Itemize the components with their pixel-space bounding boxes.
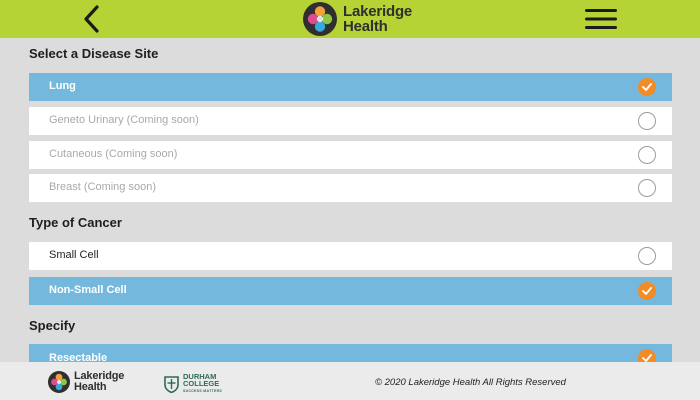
checkmark-icon — [642, 354, 652, 362]
cancer-type-section-title: Type of Cancer — [29, 215, 122, 230]
option-non-small-cell[interactable]: Non-Small Cell — [29, 277, 672, 305]
option-label: Small Cell — [49, 249, 99, 261]
brand-name: Lakeridge Health — [343, 4, 412, 34]
radio-icon[interactable] — [638, 112, 656, 130]
radio-icon[interactable] — [638, 179, 656, 197]
radio-icon[interactable] — [638, 146, 656, 164]
college-name: DURHAM COLLEGE SUCCESS MATTERS — [183, 373, 222, 395]
app-header: Lakeridge Health — [0, 0, 700, 38]
option-label: Geneto Urinary (Coming soon) — [49, 114, 199, 126]
disease-section-title: Select a Disease Site — [29, 46, 159, 61]
college-tagline: SUCCESS MATTERS — [183, 389, 223, 393]
footer-brand-line2: Health — [74, 381, 107, 393]
footer-brand-name: Lakeridge Health — [74, 371, 124, 393]
selection-form[interactable]: Select a Disease Site Lung Geneto Urinar… — [0, 38, 700, 362]
option-geneto-urinary[interactable]: Geneto Urinary (Coming soon) — [29, 107, 672, 135]
durham-college-logo: DURHAM COLLEGE SUCCESS MATTERS — [164, 373, 222, 395]
lakeridge-health-logo: Lakeridge Health — [303, 1, 412, 37]
brand-line1: Lakeridge — [343, 3, 413, 20]
radio-icon[interactable] — [638, 247, 656, 265]
footer-lakeridge-logo: Lakeridge Health — [48, 371, 124, 393]
specify-section-title: Specify — [29, 318, 76, 333]
lakeridge-logo-mark — [303, 2, 337, 36]
option-cutaneous[interactable]: Cutaneous (Coming soon) — [29, 141, 672, 169]
option-resectable[interactable]: Resectable — [29, 344, 672, 362]
option-label: Non-Small Cell — [49, 284, 127, 296]
lakeridge-logo-mark — [48, 371, 70, 393]
checked-radio-icon[interactable] — [638, 78, 656, 96]
chevron-left-icon — [84, 5, 99, 33]
option-label: Breast (Coming soon) — [49, 181, 156, 193]
option-label: Lung — [49, 80, 76, 92]
app-footer: Lakeridge Health DURHAM COLLEGE SUCCESS … — [0, 362, 700, 400]
option-lung[interactable]: Lung — [29, 73, 672, 101]
checkmark-icon — [642, 83, 652, 91]
copyright-text: © 2020 Lakeridge Health All Rights Reser… — [375, 377, 566, 388]
shield-icon — [164, 375, 179, 393]
checked-radio-icon[interactable] — [638, 349, 656, 362]
checked-radio-icon[interactable] — [638, 282, 656, 300]
brand-line2: Health — [343, 18, 388, 35]
menu-button[interactable] — [585, 8, 617, 30]
checkmark-icon — [642, 287, 652, 295]
college-line2: COLLEGE — [183, 379, 220, 388]
hamburger-menu-icon — [585, 9, 617, 29]
option-label: Cutaneous (Coming soon) — [49, 148, 178, 160]
option-small-cell[interactable]: Small Cell — [29, 242, 672, 270]
back-button[interactable] — [80, 4, 104, 34]
option-breast[interactable]: Breast (Coming soon) — [29, 174, 672, 202]
option-label: Resectable — [49, 352, 108, 362]
